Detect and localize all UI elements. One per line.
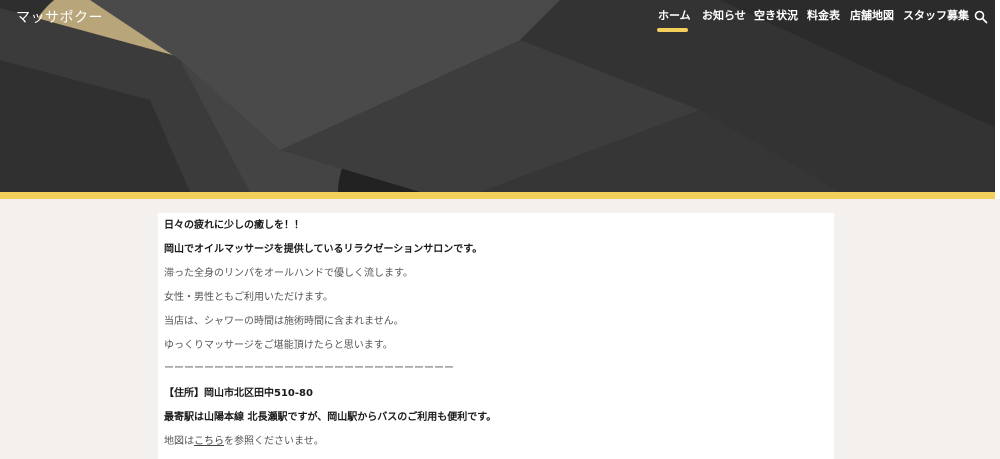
text-divider: ーーーーーーーーーーーーーーーーーーーーーーーーーーーーー	[164, 363, 454, 374]
nav-item-store-map[interactable]: 店舗地図	[850, 9, 894, 23]
paragraph-lymph: 滞った全身のリンパをオールハンドで優しく流します。	[164, 268, 413, 279]
paragraph-customers: 女性・男性ともご利用いただけます。	[164, 292, 333, 303]
main-content-card: 日々の疲れに少しの癒しを！！ 岡山でオイルマッサージを提供しているリラクゼーショ…	[158, 213, 834, 459]
nav-item-staff-recruitment[interactable]: スタッフ募集	[903, 9, 969, 23]
nav-item-news[interactable]: お知らせ	[702, 9, 746, 23]
nav-item-availability[interactable]: 空き状況	[754, 9, 798, 23]
nav-item-price-list[interactable]: 料金表	[807, 9, 840, 23]
main-nav: ホーム お知らせ 空き状況 料金表 店舗地図 スタッフ募集	[0, 0, 1000, 34]
search-icon[interactable]	[974, 10, 988, 24]
nav-item-home[interactable]: ホーム	[658, 9, 691, 23]
intro-text: 岡山でオイルマッサージを提供しているリラクゼーションサロンです。	[164, 244, 483, 255]
station-text: 最寄駅は山陽本線 北長瀬駅ですが、岡山駅からバスのご利用も便利です。	[164, 412, 497, 423]
page: マッサポクー ホーム お知らせ 空き状況 料金表 店舗地図 スタッフ募集 日々の…	[0, 0, 1000, 459]
hero-accent-stripe	[0, 192, 1000, 199]
map-suffix: を参照くださいませ。	[224, 436, 324, 447]
content-heading: 日々の疲れに少しの癒しを！！	[164, 220, 304, 231]
map-link[interactable]: こちら	[194, 436, 224, 447]
address-text: 【住所】岡山市北区田中510-80	[164, 388, 313, 399]
paragraph-enjoy: ゆっくりマッサージをご堪能頂けたらと思います。	[164, 340, 393, 351]
paragraph-shower: 当店は、シャワーの時間は施術時間に含まれません。	[164, 316, 404, 327]
map-text: 地図はこちらを参照くださいませ。	[164, 435, 324, 449]
map-prefix: 地図は	[164, 436, 194, 447]
nav-active-indicator	[657, 28, 688, 32]
